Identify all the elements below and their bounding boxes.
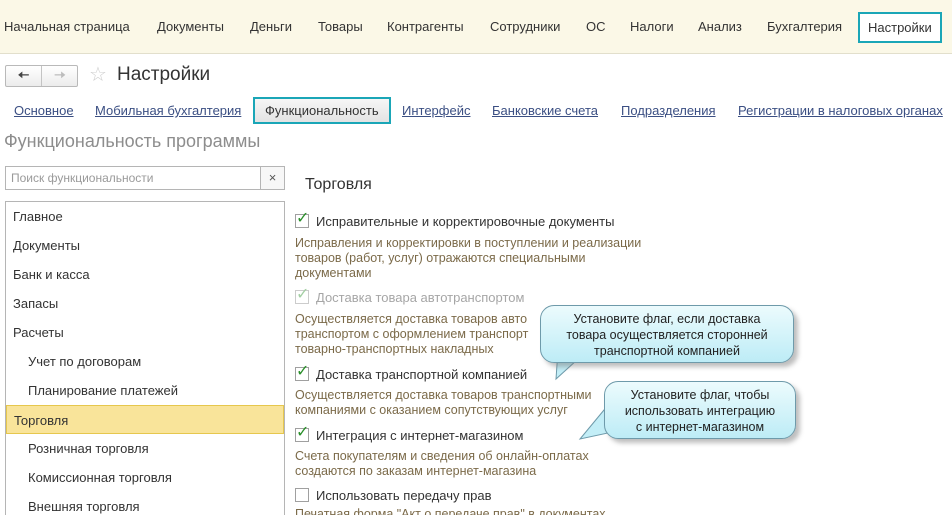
star-icon[interactable]: ☆ bbox=[89, 63, 107, 87]
menu-item-counterparties[interactable]: Контрагенты bbox=[387, 0, 464, 54]
check-icon: ✓ bbox=[296, 424, 310, 441]
check-icon: ✓ bbox=[296, 286, 310, 303]
arrow-left-icon[interactable]: 🠄 bbox=[6, 66, 42, 86]
list-item-commission-trade[interactable]: Комиссионная торговля bbox=[6, 463, 284, 492]
checkbox[interactable] bbox=[295, 488, 309, 502]
menu-item-home[interactable]: Начальная страница bbox=[4, 0, 130, 54]
section-title: Функциональность программы bbox=[4, 131, 261, 151]
top-menu-bar: Начальная страница Документы Деньги Това… bbox=[0, 0, 952, 54]
option-description: Печатная форма "Акт о передаче прав" в д… bbox=[295, 507, 606, 515]
checkbox[interactable]: ✓ bbox=[295, 424, 309, 442]
tab-interface[interactable]: Интерфейс bbox=[402, 103, 470, 118]
content-heading: Торговля bbox=[305, 176, 372, 193]
option-label: Использовать передачу прав bbox=[316, 488, 492, 503]
option-description: Счета покупателям и сведения об онлайн-о… bbox=[295, 449, 589, 478]
option-label: Исправительные и корректировочные докуме… bbox=[316, 214, 615, 229]
menu-item-documents[interactable]: Документы bbox=[157, 0, 224, 54]
option-label: Доставка товара автотранспортом bbox=[316, 290, 525, 305]
menu-item-taxes[interactable]: Налоги bbox=[630, 0, 674, 54]
menu-item-money[interactable]: Деньги bbox=[250, 0, 292, 54]
tab-tax-registrations[interactable]: Регистрации в налоговых органах bbox=[738, 103, 943, 118]
option-description: Осуществляется доставка товаров авто тра… bbox=[295, 312, 529, 356]
menu-item-settings[interactable]: Настройки bbox=[858, 12, 942, 43]
window-title: Настройки bbox=[117, 64, 211, 85]
menu-item-employees[interactable]: Сотрудники bbox=[490, 0, 560, 54]
menu-item-goods[interactable]: Товары bbox=[318, 0, 363, 54]
list-item-trade[interactable]: Торговля bbox=[6, 405, 284, 434]
tab-departments[interactable]: Подразделения bbox=[621, 103, 716, 118]
list-item-bank-and-cash[interactable]: Банк и касса bbox=[6, 260, 284, 289]
option-label: Интеграция с интернет-магазином bbox=[316, 428, 524, 443]
menu-item-accounting[interactable]: Бухгалтерия bbox=[767, 0, 842, 54]
search-input[interactable] bbox=[6, 167, 260, 189]
list-item-contract-accounting[interactable]: Учет по договорам bbox=[6, 347, 284, 376]
checkbox[interactable]: ✓ bbox=[295, 210, 309, 228]
tab-main[interactable]: Основное bbox=[14, 103, 74, 118]
list-item-payment-planning[interactable]: Планирование платежей bbox=[6, 376, 284, 405]
list-item-retail[interactable]: Розничная торговля bbox=[6, 434, 284, 463]
clear-icon[interactable]: × bbox=[260, 167, 284, 189]
functionality-search: × bbox=[5, 166, 285, 190]
list-item-inventory[interactable]: Запасы bbox=[6, 289, 284, 318]
tab-mobile-accounting[interactable]: Мобильная бухгалтерия bbox=[95, 103, 241, 118]
history-nav-buttons: 🠄 🠆 bbox=[5, 65, 78, 87]
tab-functionality[interactable]: Функциональность bbox=[253, 97, 391, 124]
list-item-main[interactable]: Главное bbox=[6, 202, 284, 231]
sections-list: Главное Документы Банк и касса Запасы Ра… bbox=[5, 201, 285, 515]
list-item-foreign-trade[interactable]: Внешняя торговля bbox=[6, 492, 284, 515]
menu-item-fixed-assets[interactable]: ОС bbox=[586, 0, 606, 54]
option-description: Осуществляется доставка товаров транспор… bbox=[295, 388, 592, 417]
option-description: Исправления и корректировки в поступлени… bbox=[295, 236, 642, 280]
menu-item-analysis[interactable]: Анализ bbox=[698, 0, 742, 54]
tooltip-callout-online-store: Установите флаг, чтобы использовать инте… bbox=[604, 381, 796, 439]
checkbox[interactable]: ✓ bbox=[295, 363, 309, 381]
check-icon: ✓ bbox=[296, 363, 310, 380]
list-item-documents[interactable]: Документы bbox=[6, 231, 284, 260]
tooltip-callout-transport-company: Установите флаг, если доставка товара ос… bbox=[540, 305, 794, 363]
check-icon: ✓ bbox=[296, 210, 310, 227]
checkbox: ✓ bbox=[295, 286, 309, 304]
option-label: Доставка транспортной компанией bbox=[316, 367, 528, 382]
list-item-settlements[interactable]: Расчеты bbox=[6, 318, 284, 347]
tab-bank-accounts[interactable]: Банковские счета bbox=[492, 103, 598, 118]
arrow-right-icon[interactable]: 🠆 bbox=[42, 66, 78, 86]
